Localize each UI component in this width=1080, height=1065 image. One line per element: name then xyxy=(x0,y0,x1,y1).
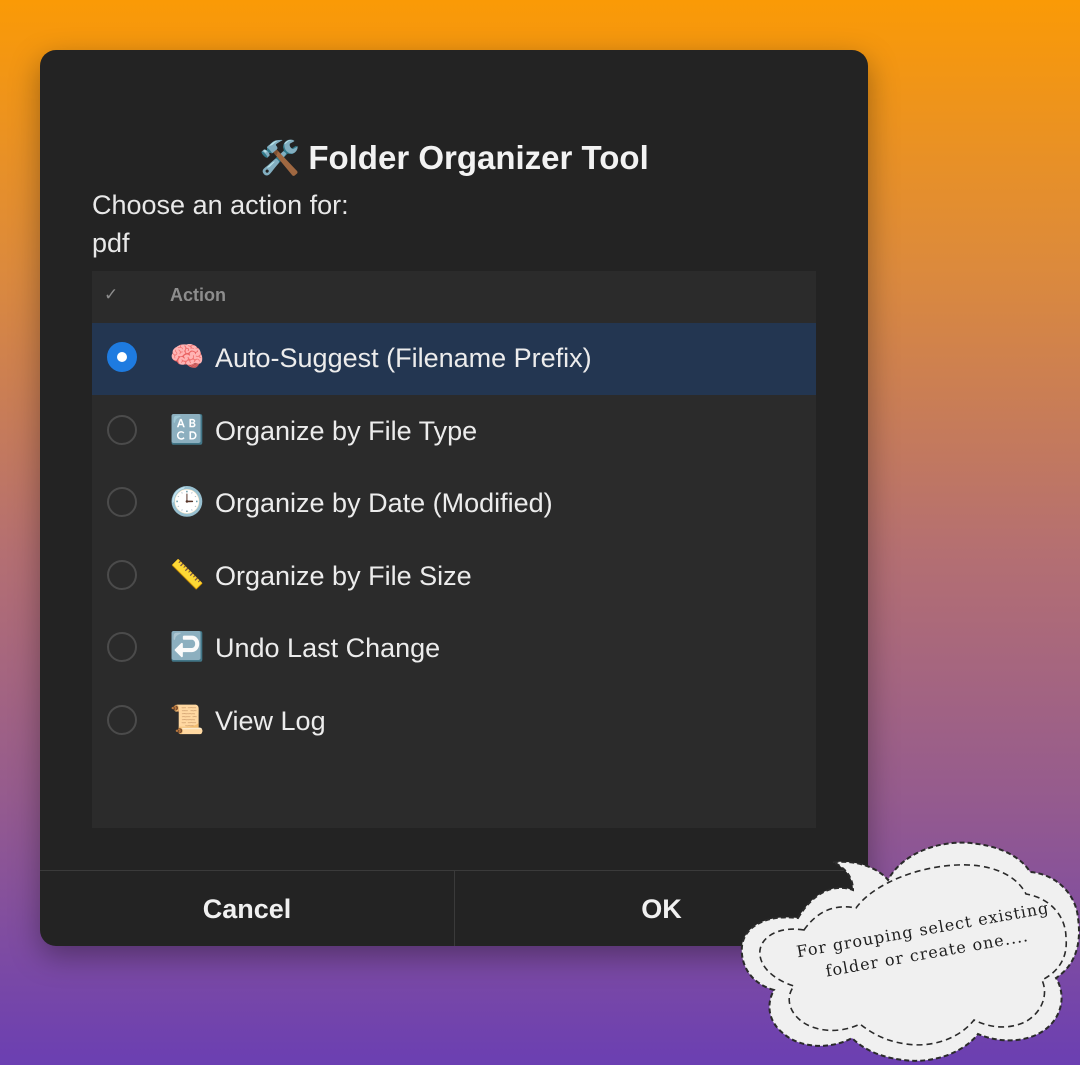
scroll-icon: 📜 xyxy=(169,703,205,736)
action-row-view-log[interactable]: 📜 View Log xyxy=(92,686,816,758)
list-header: ✓ Action xyxy=(92,271,816,323)
cancel-button[interactable]: Cancel xyxy=(40,871,455,946)
action-label: View Log xyxy=(215,706,326,736)
action-row-date[interactable]: 🕒 Organize by Date (Modified) xyxy=(92,468,816,540)
radio-button[interactable] xyxy=(107,632,137,662)
prompt: Choose an action for: pdf xyxy=(92,186,349,262)
header-check-column: ✓ xyxy=(104,285,119,304)
action-list: ✓ Action 🧠 Auto-Suggest (Filename Prefix… xyxy=(92,271,816,828)
action-row-file-size[interactable]: 📏 Organize by File Size xyxy=(92,541,816,613)
radio-button[interactable] xyxy=(107,705,137,735)
brain-icon: 🧠 xyxy=(169,340,205,373)
action-label: Organize by File Type xyxy=(215,416,478,446)
action-label: Auto-Suggest (Filename Prefix) xyxy=(215,343,592,373)
clock-icon: 🕒 xyxy=(169,485,205,518)
undo-arrow-icon: ↩️ xyxy=(169,630,205,663)
tools-icon: 🛠️ xyxy=(259,139,301,176)
prompt-target: pdf xyxy=(92,228,130,258)
header-action-column: Action xyxy=(170,285,226,305)
action-row-undo[interactable]: ↩️ Undo Last Change xyxy=(92,613,816,685)
action-row-file-type[interactable]: 🔠 Organize by File Type xyxy=(92,396,816,468)
prompt-label: Choose an action for: xyxy=(92,190,349,220)
radio-button[interactable] xyxy=(107,560,137,590)
action-label: Organize by Date (Modified) xyxy=(215,488,553,518)
radio-button[interactable] xyxy=(107,487,137,517)
dialog-title: 🛠️ Folder Organizer Tool xyxy=(40,138,868,178)
action-label: Undo Last Change xyxy=(215,633,441,663)
dialog-title-text: Folder Organizer Tool xyxy=(308,139,649,176)
action-row-auto-suggest[interactable]: 🧠 Auto-Suggest (Filename Prefix) xyxy=(92,323,816,395)
ruler-icon: 📏 xyxy=(169,558,205,591)
action-label: Organize by File Size xyxy=(215,561,472,591)
radio-button[interactable] xyxy=(107,342,137,372)
abcd-letters-icon: 🔠 xyxy=(169,413,205,446)
radio-button[interactable] xyxy=(107,415,137,445)
action-dialog: 🛠️ Folder Organizer Tool Choose an action… xyxy=(40,50,868,946)
